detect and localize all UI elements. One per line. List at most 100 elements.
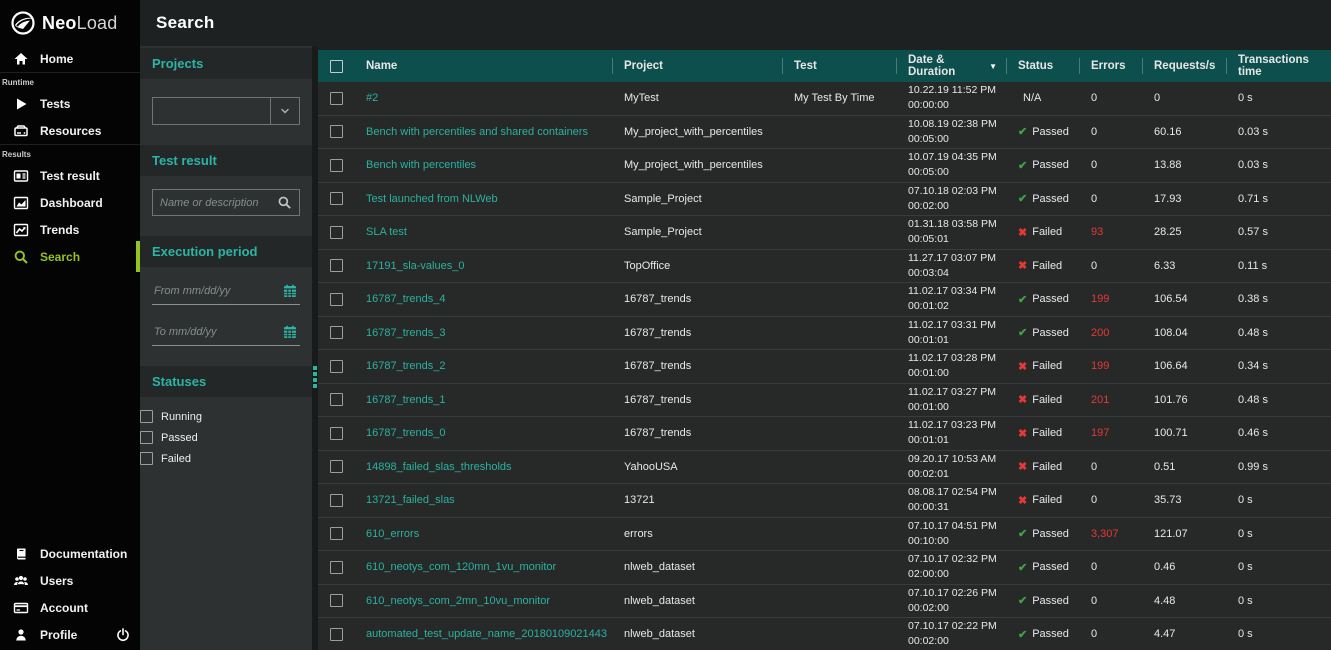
- from-date-input[interactable]: From mm/dd/yy: [152, 279, 300, 305]
- sidebar-item-home[interactable]: Home: [0, 46, 140, 72]
- sidebar-item-account[interactable]: Account: [0, 594, 140, 621]
- row-checkbox[interactable]: [330, 360, 343, 373]
- status-label: Passed: [1032, 293, 1069, 305]
- column-header-errors[interactable]: Errors: [1079, 50, 1142, 82]
- test-result-link[interactable]: 610_neotys_com_120mn_1vu_monitor: [366, 561, 556, 573]
- test-result-link[interactable]: 17191_sla-values_0: [366, 260, 464, 272]
- row-checkbox[interactable]: [330, 494, 343, 507]
- test-result-link[interactable]: SLA test: [366, 226, 407, 238]
- sidebar-item-users[interactable]: Users: [0, 567, 140, 594]
- cell-date-duration: 09.20.17 10:53 AM 00:02:01: [896, 452, 1006, 482]
- sidebar-item-profile[interactable]: Profile: [0, 621, 140, 648]
- row-checkbox-cell: [318, 551, 354, 584]
- sidebar-item-tests[interactable]: Tests: [0, 90, 140, 117]
- sidebar-item-label: Account: [40, 601, 88, 615]
- test-result-link[interactable]: 16787_trends_4: [366, 293, 446, 305]
- column-header-transactions[interactable]: Transactions time: [1226, 50, 1331, 82]
- calendar-icon[interactable]: [282, 324, 298, 340]
- sidebar-item-search[interactable]: Search: [0, 243, 140, 270]
- cell-transactions: 0.11 s: [1226, 260, 1331, 272]
- status-checkbox-passed[interactable]: Passed: [140, 427, 312, 448]
- cell-date-duration: 01.31.18 03:58 PM 00:05:01: [896, 217, 1006, 247]
- row-checkbox[interactable]: [330, 427, 343, 440]
- sidebar-item-dashboard[interactable]: Dashboard: [0, 189, 140, 216]
- row-checkbox[interactable]: [330, 92, 343, 105]
- row-checkbox[interactable]: [330, 628, 343, 641]
- column-header-status[interactable]: Status: [1006, 50, 1079, 82]
- cell-date-duration: 10.22.19 11:52 PM 00:00:00: [896, 83, 1006, 113]
- cell-status: ✔ Passed: [1006, 561, 1079, 574]
- status-checkbox-running[interactable]: Running: [140, 406, 312, 427]
- cell-status: ✖ Failed: [1006, 393, 1079, 406]
- sidebar-item-label: Resources: [40, 124, 101, 138]
- test-result-link[interactable]: 16787_trends_0: [366, 427, 446, 439]
- row-checkbox[interactable]: [330, 192, 343, 205]
- row-checkbox[interactable]: [330, 293, 343, 306]
- cell-project: My_project_with_percentiles: [612, 126, 782, 138]
- test-result-link[interactable]: Test launched from NLWeb: [366, 193, 498, 205]
- sidebar-section-runtime: Runtime: [0, 73, 140, 90]
- drive-icon: [13, 123, 29, 139]
- test-result-link[interactable]: 16787_trends_2: [366, 360, 446, 372]
- row-checkbox[interactable]: [330, 561, 343, 574]
- calendar-icon[interactable]: [282, 283, 298, 299]
- test-result-link[interactable]: Bench with percentiles and shared contai…: [366, 126, 588, 138]
- row-checkbox[interactable]: [330, 226, 343, 239]
- search-icon: [13, 249, 29, 265]
- table-row: 610_errors errors 07.10.17 04:51 PM 00:1…: [318, 518, 1331, 552]
- row-checkbox[interactable]: [330, 460, 343, 473]
- logout-button[interactable]: [115, 627, 131, 642]
- checkbox[interactable]: [140, 431, 153, 444]
- row-checkbox[interactable]: [330, 125, 343, 138]
- sidebar-item-label: Trends: [40, 223, 79, 237]
- cell-requests: 13.88: [1142, 159, 1226, 171]
- test-result-link[interactable]: 14898_failed_slas_thresholds: [366, 461, 512, 473]
- cell-errors: 0: [1079, 494, 1142, 506]
- row-checkbox[interactable]: [330, 594, 343, 607]
- column-header-test[interactable]: Test: [782, 50, 896, 82]
- test-result-search-input[interactable]: Name or description: [152, 189, 300, 216]
- column-header-requests[interactable]: Requests/s: [1142, 50, 1226, 82]
- column-header-project[interactable]: Project: [612, 50, 782, 82]
- test-result-link[interactable]: automated_test_update_name_2018010902144…: [366, 628, 607, 640]
- sidebar-item-test-result[interactable]: Test result: [0, 162, 140, 189]
- filter-panel: Projects Test result Name or description…: [140, 46, 312, 650]
- test-result-link[interactable]: 610_neotys_com_2mn_10vu_monitor: [366, 595, 550, 607]
- status-icon: ✖: [1018, 226, 1027, 239]
- filter-section-execution-period: Execution period: [140, 236, 312, 267]
- row-checkbox[interactable]: [330, 159, 343, 172]
- cell-name: 610_errors: [354, 528, 612, 540]
- sidebar-footer: Documentation Users Account Profile: [0, 540, 140, 648]
- to-date-input[interactable]: To mm/dd/yy: [152, 320, 300, 346]
- table-row: automated_test_update_name_2018010902144…: [318, 618, 1331, 650]
- cell-project: 13721: [612, 494, 782, 506]
- cell-name: 13721_failed_slas: [354, 494, 612, 506]
- table-row: 17191_sla-values_0 TopOffice 11.27.17 03…: [318, 250, 1331, 284]
- sort-desc-icon[interactable]: ▼: [989, 62, 997, 71]
- sidebar-item-trends[interactable]: Trends: [0, 216, 140, 243]
- test-result-link[interactable]: #2: [366, 92, 378, 104]
- test-result-link[interactable]: 610_errors: [366, 528, 419, 540]
- cell-requests: 121.07: [1142, 528, 1226, 540]
- table-row: Bench with percentiles and shared contai…: [318, 116, 1331, 150]
- test-result-link[interactable]: 13721_failed_slas: [366, 494, 455, 506]
- projects-select[interactable]: [152, 97, 300, 125]
- test-result-link[interactable]: 16787_trends_1: [366, 394, 446, 406]
- row-checkbox[interactable]: [330, 527, 343, 540]
- test-result-link[interactable]: Bench with percentiles: [366, 159, 476, 171]
- column-header-name[interactable]: Name: [354, 50, 612, 82]
- status-checkbox-failed[interactable]: Failed: [140, 448, 312, 469]
- row-checkbox[interactable]: [330, 326, 343, 339]
- sidebar-item-documentation[interactable]: Documentation: [0, 540, 140, 567]
- row-checkbox[interactable]: [330, 393, 343, 406]
- test-result-link[interactable]: 16787_trends_3: [366, 327, 446, 339]
- sidebar-item-resources[interactable]: Resources: [0, 117, 140, 144]
- row-checkbox[interactable]: [330, 259, 343, 272]
- table-row: Test launched from NLWeb Sample_Project …: [318, 183, 1331, 217]
- checkbox[interactable]: [140, 410, 153, 423]
- table-header: Name Project Test Date & Duration ▼ Stat…: [318, 50, 1331, 82]
- column-header-date-duration[interactable]: Date & Duration ▼: [896, 50, 1006, 82]
- cell-requests: 28.25: [1142, 226, 1226, 238]
- select-all-checkbox[interactable]: [330, 60, 343, 73]
- checkbox[interactable]: [140, 452, 153, 465]
